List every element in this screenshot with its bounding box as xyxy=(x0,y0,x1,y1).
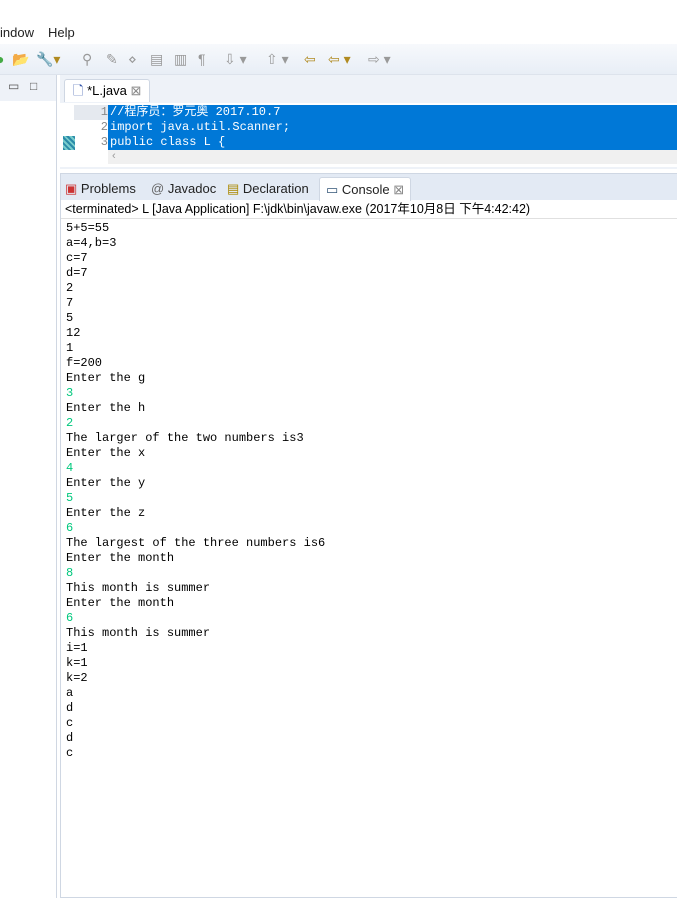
console-line: This month is summer xyxy=(66,626,211,640)
tab-javadoc[interactable]: @ Javadoc xyxy=(151,177,216,200)
last-edit-icon[interactable]: ⇦ xyxy=(304,51,316,68)
console-line: 8 xyxy=(66,566,74,580)
line-number: 2 xyxy=(100,120,108,134)
console-view: ▣ Problems @ Javadoc ▤ Declaration ▭ Con… xyxy=(60,173,677,898)
back-icon[interactable]: ⇦ ▾ xyxy=(328,51,351,68)
edit-icon[interactable]: ✎ xyxy=(106,51,118,68)
code-line: public class L { xyxy=(110,135,226,149)
toolbar: ● 📂 🔧▾ ⚲ ✎ ⋄ ▤ ▥ ¶ ⇩ ▾ ⇧ ▾ ⇦ ⇦ ▾ ⇨ ▾ xyxy=(0,44,677,75)
minimize-icon[interactable]: ▭ xyxy=(8,79,19,93)
next-annotation-icon[interactable]: ⇩ ▾ xyxy=(224,51,247,68)
code-line: //程序员：罗元奥 2017.10.7 xyxy=(110,105,281,119)
forward-icon[interactable]: ⇨ ▾ xyxy=(368,51,391,68)
console-line: 4 xyxy=(66,461,74,475)
console-line: 1 xyxy=(66,341,74,355)
declaration-icon: ▤ xyxy=(227,181,240,196)
line-numbers: 1 2 3 xyxy=(74,105,108,150)
maximize-icon[interactable]: □ xyxy=(30,79,37,93)
tab-label: Console xyxy=(341,182,390,197)
block-icon[interactable]: ▤ xyxy=(150,51,163,68)
console-status: <terminated> L [Java Application] F:\jdk… xyxy=(61,200,677,219)
console-line: Enter the y xyxy=(66,476,146,490)
tab-console[interactable]: ▭ Console ⊠ xyxy=(319,177,412,201)
close-icon[interactable]: ⊠ xyxy=(130,83,141,98)
line-number: 3 xyxy=(100,135,108,149)
console-line: Enter the x xyxy=(66,446,146,460)
left-pane: ▭ □ xyxy=(0,75,57,898)
console-line: Enter the month xyxy=(66,596,175,610)
console-line: This month is summer xyxy=(66,581,211,595)
console-line: 6 xyxy=(66,611,74,625)
code-line: import java.util.Scanner; xyxy=(110,120,291,134)
console-line: 2 xyxy=(66,416,74,430)
prev-annotation-icon[interactable]: ⇧ ▾ xyxy=(266,51,289,68)
editor-pane: 🗋 *L.java ⊠ 1 2 3 //程序员：罗元奥 2017.10.7 im… xyxy=(60,75,677,169)
console-line: Enter the z xyxy=(66,506,146,520)
console-line: 5 xyxy=(66,491,74,505)
tab-declaration[interactable]: ▤ Declaration xyxy=(227,177,309,200)
console-line: a xyxy=(66,686,74,700)
tab-label: *L.java xyxy=(87,83,127,98)
java-file-icon: 🗋 xyxy=(73,83,84,98)
console-line: 2 xyxy=(66,281,74,295)
console-line: Enter the h xyxy=(66,401,146,415)
console-line: a=4,b=3 xyxy=(66,236,117,250)
toggle-icon[interactable]: ⋄ xyxy=(128,51,137,68)
code-area[interactable]: 1 2 3 //程序员：罗元奥 2017.10.7 import java.ut… xyxy=(60,103,677,167)
console-line: i=1 xyxy=(66,641,88,655)
paragraph-icon[interactable]: ¶ xyxy=(198,51,206,67)
external-tools-icon[interactable]: 🔧▾ xyxy=(36,51,60,68)
console-line: Enter the month xyxy=(66,551,175,565)
console-line: 7 xyxy=(66,296,74,310)
selected-code: //程序员：罗元奥 2017.10.7 import java.util.Sca… xyxy=(108,105,677,150)
console-line: k=1 xyxy=(66,656,88,670)
problems-icon: ▣ xyxy=(65,181,78,196)
tab-label: Declaration xyxy=(242,181,309,196)
close-icon[interactable]: ⊠ xyxy=(393,182,404,197)
horizontal-scrollbar[interactable]: ‹ xyxy=(108,150,677,164)
console-icon: ▭ xyxy=(326,182,339,197)
console-line: The larger of the two numbers is3 xyxy=(66,431,304,445)
tab-label: Javadoc xyxy=(167,181,217,196)
console-line: c xyxy=(66,716,74,730)
menu-bar: indow Help xyxy=(0,22,677,42)
console-line: d xyxy=(66,701,74,715)
tab-label: Problems xyxy=(80,181,136,196)
console-line: 6 xyxy=(66,521,74,535)
console-line: The largest of the three numbers is6 xyxy=(66,536,326,550)
run-icon[interactable]: ● xyxy=(0,51,4,67)
at-icon: @ xyxy=(151,181,165,196)
open-folder-icon[interactable]: 📂 xyxy=(12,51,29,68)
show-whitespace-icon[interactable]: ▥ xyxy=(174,51,187,68)
console-line: 5 xyxy=(66,311,74,325)
line-number: 1 xyxy=(74,105,108,120)
console-line: d=7 xyxy=(66,266,88,280)
console-line: d xyxy=(66,731,74,745)
console-line: c=7 xyxy=(66,251,88,265)
console-line: 12 xyxy=(66,326,81,340)
console-line: 5+5=55 xyxy=(66,221,110,235)
console-line: c xyxy=(66,746,74,760)
console-line: Enter the g xyxy=(66,371,146,385)
tab-problems[interactable]: ▣ Problems xyxy=(65,177,136,200)
tab-l-java[interactable]: 🗋 *L.java ⊠ xyxy=(64,79,151,102)
menu-window[interactable]: indow xyxy=(0,25,34,40)
view-tabs: ▣ Problems @ Javadoc ▤ Declaration ▭ Con… xyxy=(61,174,677,201)
console-output[interactable]: 5+5=55 a=4,b=3 c=7 d=7 2 7 5 12 1 f=200 Enter the … xyxy=(61,219,677,761)
console-line: k=2 xyxy=(66,671,88,685)
console-line: 3 xyxy=(66,386,74,400)
annotation-icon[interactable]: ⚲ xyxy=(82,51,92,68)
console-line: f=200 xyxy=(66,356,103,370)
menu-help[interactable]: Help xyxy=(48,25,75,40)
